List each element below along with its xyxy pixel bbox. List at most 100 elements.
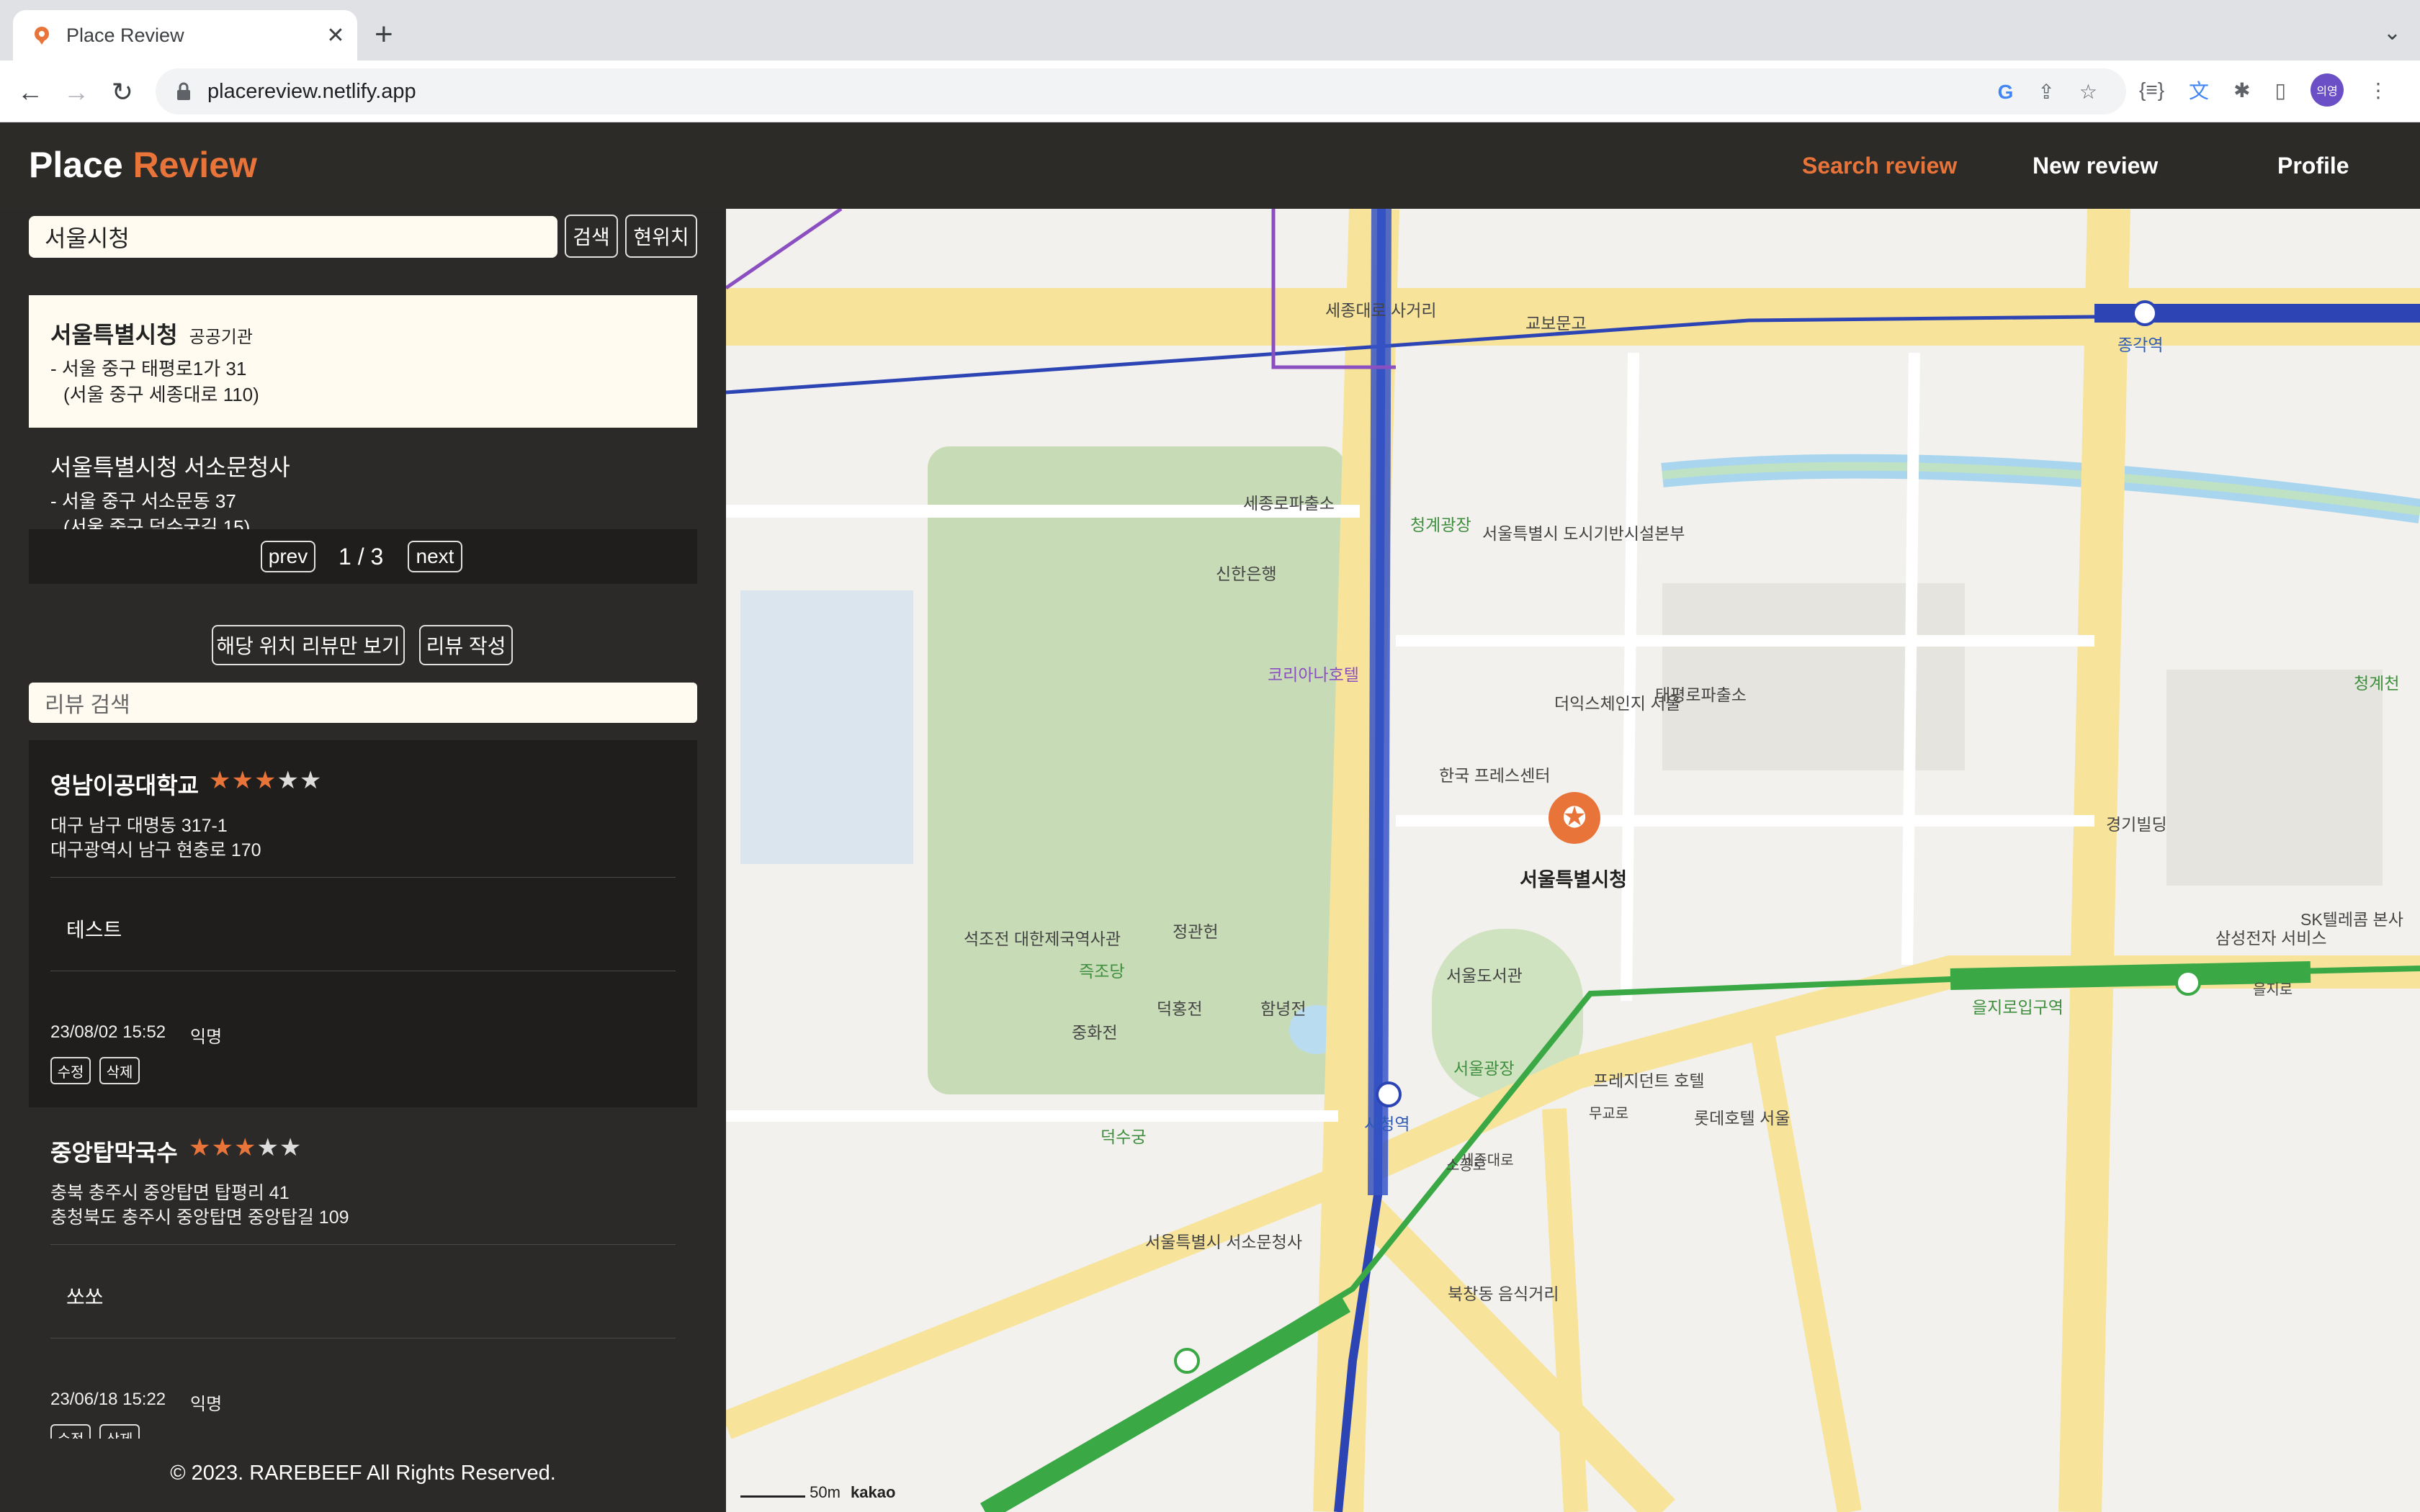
filter-location-reviews-button[interactable]: 해당 위치 리뷰만 보기 (212, 625, 405, 665)
lock-icon (177, 82, 190, 100)
forward-icon[interactable]: → (60, 76, 92, 108)
place-address-lot: - 서울 중구 서소문동 37 (50, 490, 236, 512)
page-info: 1 / 3 (339, 544, 384, 570)
map-label: 무교로 (1589, 1106, 1629, 1122)
divider (50, 1244, 676, 1245)
brand-part2: Review (133, 145, 257, 185)
delete-review-button[interactable]: 삭제 (99, 1424, 140, 1439)
map-label: 덕수궁 (1101, 1128, 1147, 1146)
prev-page-button[interactable]: prev (261, 541, 315, 572)
nav-search-review[interactable]: Search review (1802, 153, 1957, 179)
review-content: 테스트 (66, 919, 122, 941)
next-page-button[interactable]: next (408, 541, 462, 572)
translate-icon[interactable]: 文 (2189, 76, 2209, 104)
review-address-lot: 충북 충주시 중앙탑면 탑평리 41 (50, 1183, 290, 1203)
map-scale-label: 50m (810, 1483, 841, 1501)
nav-new-review[interactable]: New review (2033, 153, 2158, 179)
review-address-road: 대구광역시 남구 현충로 170 (50, 840, 261, 860)
browser-toolbar: ← → ↻ placereview.netlify.app G ⇪ ☆ {≡} … (0, 60, 2420, 122)
map-label: 코리아나호텔 (1268, 665, 1359, 684)
review-address-road: 충청북도 충주시 중앙탑면 중앙탑길 109 (50, 1207, 349, 1228)
place-category: 공공기관 (189, 328, 253, 347)
back-icon[interactable]: ← (14, 76, 46, 108)
review-card: 영남이공대학교 ★★★★★ 대구 남구 대명동 317-1 대구광역시 남구 현… (29, 740, 697, 1107)
new-tab-icon[interactable]: + (375, 17, 393, 52)
place-pin-favicon-icon (35, 27, 49, 45)
map-label: 덕홍전 (1157, 999, 1203, 1018)
divider (50, 877, 676, 878)
map-view[interactable]: ✪ 서울특별시청 세종대로 사거리 청계광장 교보문고 서울특별시 도시기반시설… (726, 209, 2420, 1512)
map-canvas (726, 209, 2420, 1512)
map-label: 을지로 (2253, 982, 2293, 998)
sidebar: 서울시청 검색 현위치 서울특별시청 공공기관 - 서울 중구 태평로1가 31 … (0, 209, 726, 1512)
write-review-button[interactable]: 리뷰 작성 (419, 625, 513, 665)
review-place-name: 중앙탑막국수 (50, 1140, 178, 1166)
side-panel-icon[interactable]: ▯ (2275, 78, 2286, 102)
url-text: placereview.netlify.app (207, 79, 416, 103)
delete-review-button[interactable]: 삭제 (99, 1057, 140, 1084)
browser-tab[interactable]: Place Review ✕ (13, 10, 357, 60)
extension-json-icon[interactable]: {≡} (2139, 78, 2164, 102)
share-icon[interactable]: ⇪ (2038, 80, 2054, 104)
footer-copyright: © 2023. RAREBEEF All Rights Reserved. (170, 1462, 556, 1485)
map-label: 청계광장 (1410, 516, 1471, 534)
review-content: 쏘쏘 (66, 1286, 104, 1308)
review-date: 23/08/02 15:52 (50, 1022, 166, 1042)
review-card: 중앙탑막국수 ★★★★★ 충북 충주시 중앙탑면 탑평리 41 충청북도 충주시… (29, 1107, 697, 1439)
extensions-puzzle-icon[interactable]: ✱ (2233, 78, 2250, 102)
nav-profile[interactable]: Profile (2277, 153, 2349, 179)
map-scale: 50m kakao (740, 1483, 895, 1502)
review-address: 대구 남구 대명동 317-1 대구광역시 남구 현충로 170 (50, 814, 261, 863)
pagination: prev 1 / 3 next (29, 529, 697, 584)
profile-avatar[interactable]: 의영 (2310, 73, 2344, 107)
reload-icon[interactable]: ↻ (107, 76, 138, 108)
place-name: 서울특별시청 서소문청사 (50, 454, 290, 480)
map-label: 즉조당 (1079, 962, 1125, 981)
map-label: 중화전 (1072, 1023, 1118, 1042)
bookmark-star-icon[interactable]: ☆ (2079, 80, 2097, 104)
map-label: 시청역 (1364, 1115, 1410, 1133)
review-rating-stars: ★★★★★ (189, 1134, 302, 1161)
place-result-item[interactable]: 서울특별시청 공공기관 - 서울 중구 태평로1가 31 (서울 중구 세종대로 … (29, 295, 697, 428)
map-label: 정관헌 (1173, 922, 1219, 941)
map-label: 태평로파출소 (1655, 685, 1747, 704)
app-header: Place Review Search review New review Pr… (0, 122, 2420, 209)
place-name: 서울특별시청 (50, 322, 178, 348)
edit-review-button[interactable]: 수정 (50, 1057, 91, 1084)
map-label: 서울도서관 (1446, 966, 1523, 985)
map-label: 교보문고 (1525, 314, 1587, 333)
review-place-name: 영남이공대학교 (50, 773, 200, 798)
map-label: 서울광장 (1453, 1059, 1515, 1078)
review-date: 23/06/18 15:22 (50, 1390, 166, 1409)
review-search-input[interactable]: 리뷰 검색 (29, 683, 697, 723)
map-label: 을지로입구역 (1972, 998, 2063, 1017)
review-rating-stars: ★★★★★ (209, 767, 323, 794)
review-author: 익명 (190, 1027, 223, 1047)
map-provider-logo: kakao (851, 1483, 896, 1501)
tab-close-icon[interactable]: ✕ (321, 23, 350, 48)
search-button[interactable]: 검색 (565, 215, 618, 258)
review-list: 영남이공대학교 ★★★★★ 대구 남구 대명동 317-1 대구광역시 남구 현… (29, 740, 697, 1439)
current-location-button[interactable]: 현위치 (625, 215, 697, 258)
place-search-input[interactable]: 서울시청 (29, 216, 557, 258)
brand-part1: Place (29, 145, 123, 185)
browser-menu-icon[interactable]: ⋮ (2368, 78, 2388, 102)
browser-tabbar: Place Review ✕ + ⌄ (0, 0, 2420, 60)
google-lens-icon[interactable]: G (1998, 81, 2014, 104)
map-label: 세종로파출소 (1243, 494, 1335, 513)
place-result-item[interactable]: 서울특별시청 서소문청사 - 서울 중구 서소문동 37 (서울 중구 덕수궁길… (29, 428, 697, 533)
edit-review-button[interactable]: 수정 (50, 1424, 91, 1439)
review-address-lot: 대구 남구 대명동 317-1 (50, 816, 228, 836)
address-bar[interactable]: placereview.netlify.app G ⇪ ☆ (156, 68, 2126, 114)
map-label: 프레지던트 호텔 (1593, 1071, 1705, 1090)
brand-logo[interactable]: Place Review (29, 144, 257, 186)
map-label: 소공로 (1446, 1158, 1487, 1174)
map-label: 북창동 음식거리 (1448, 1284, 1559, 1303)
tab-search-chevron-icon[interactable]: ⌄ (2383, 20, 2401, 45)
place-address-road: (서울 중구 세종대로 110) (63, 384, 259, 405)
tab-title: Place Review (66, 24, 184, 46)
map-label: 신한은행 (1216, 564, 1277, 583)
selected-place-marker-icon[interactable]: ✪ (1549, 792, 1600, 844)
map-label: 한국 프레스센터 (1439, 766, 1551, 785)
map-label: 종각역 (2118, 336, 2164, 354)
